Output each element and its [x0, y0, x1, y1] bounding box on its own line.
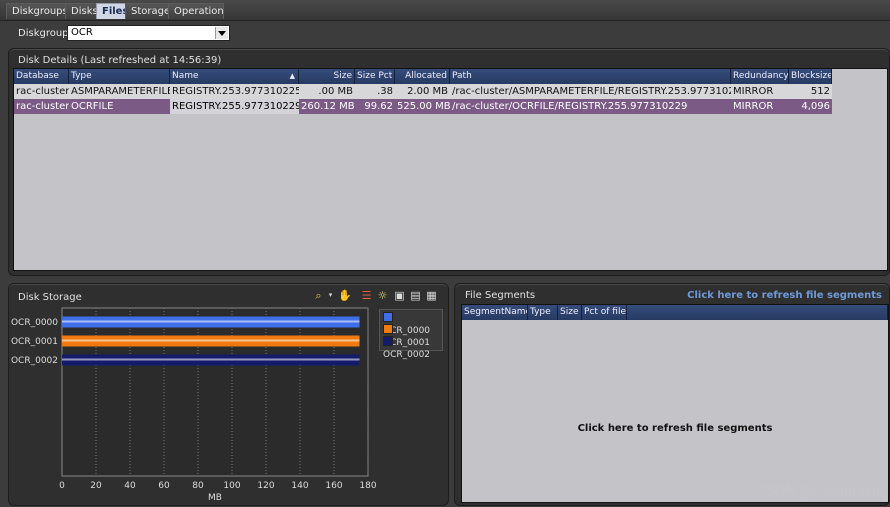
diskgroup-value: OCR — [71, 27, 93, 38]
x-tick-label: 80 — [192, 481, 204, 491]
lightbulb-icon[interactable]: ☼ — [376, 289, 389, 302]
column-header-blocksize[interactable]: Blocksize — [789, 69, 832, 84]
column-header-filler — [627, 305, 888, 320]
chevron-down-icon[interactable] — [215, 27, 228, 39]
column-header-size-pct[interactable]: Size Pct — [355, 69, 395, 84]
y-tick-label: OCR_0002 — [11, 356, 58, 366]
bar-highlight — [62, 320, 360, 323]
plot-area — [61, 307, 369, 477]
sort-ascending-icon: ▲ — [289, 72, 295, 80]
column-header-segment-type[interactable]: Type — [528, 305, 558, 320]
cell-redundancy: MIRROR — [733, 101, 774, 112]
disk-details-title: Disk Details (Last refreshed at 14:56:39… — [18, 55, 222, 66]
disk-details-table: Database Type Name ▲ Size Size Pct Alloc… — [13, 68, 888, 271]
column-header-type[interactable]: Type — [69, 69, 170, 84]
window-icon[interactable]: ▣ — [393, 289, 406, 302]
cell-redundancy: MIRROR — [733, 86, 774, 97]
file-segments-table: SegmentName Type Size Pct of file Click … — [461, 304, 889, 503]
legend-item-ocr-0001: OCR_0001 — [383, 324, 442, 348]
cell-name: REGISTRY.253.977310225 — [172, 86, 299, 97]
cell-path: /rac-cluster/OCRFILE/REGISTRY.255.977310… — [452, 101, 688, 112]
diskgroup-label: Diskgroup: — [18, 28, 72, 39]
column-header-allocated[interactable]: Allocated — [395, 69, 450, 84]
tab-diskgroups[interactable]: Diskgroups — [6, 3, 68, 19]
legend-swatch — [383, 324, 393, 334]
tab-operation[interactable]: Operation — [168, 3, 224, 19]
disk-storage-chart: 0 20 40 60 80 100 120 140 160 180 MB OCR_0000 OCR_00… — [11, 307, 377, 502]
x-tick-label: 40 — [124, 481, 136, 491]
disk-storage-title: Disk Storage — [18, 292, 82, 303]
column-header-path[interactable]: Path — [450, 69, 731, 84]
cell-size-pct: .38 — [377, 86, 393, 97]
x-tick-label: 140 — [291, 481, 308, 491]
chevron-down-icon[interactable]: ▾ — [324, 289, 337, 302]
tab-disks[interactable]: Disks — [65, 3, 98, 19]
cell-database: rac-cluster — [16, 101, 69, 112]
y-tick-label: OCR_0000 — [11, 318, 58, 328]
column-header-segment-size[interactable]: Size — [558, 305, 582, 320]
cell-blocksize: 4,096 — [801, 101, 830, 112]
column-header-name[interactable]: Name ▲ — [170, 69, 299, 84]
x-tick-label: 0 — [59, 481, 65, 491]
print-icon[interactable]: ▦ — [425, 289, 438, 302]
cell-path: /rac-cluster/ASMPARAMETERFILE/REGISTRY.2… — [452, 86, 731, 97]
file-segments-title: File Segments — [465, 290, 536, 301]
column-header-size[interactable]: Size — [299, 69, 355, 84]
column-header-database[interactable]: Database — [14, 69, 69, 84]
legend-label: OCR_0002 — [383, 350, 431, 360]
legend-swatch — [383, 336, 393, 346]
cell-allocated: 2.00 MB — [407, 86, 448, 97]
cell-allocated: 525.00 MB — [397, 101, 450, 112]
column-header-pct-of-file[interactable]: Pct of file — [582, 305, 627, 320]
cell-size-pct: 99.62 — [364, 101, 393, 112]
x-tick-label: 120 — [257, 481, 274, 491]
tab-storage[interactable]: Storage — [125, 3, 170, 19]
cell-size: 260.12 MB — [301, 101, 355, 112]
watermark-text: CSDN @chenoracle — [758, 484, 884, 499]
cell-blocksize: 512 — [810, 86, 830, 97]
table-row[interactable]: rac-cluster ASMPARAMETERFILE REGISTRY.25… — [14, 84, 832, 99]
diskgroup-select[interactable]: OCR — [67, 25, 230, 41]
bar-highlight — [62, 358, 360, 361]
table-row-selected[interactable]: rac-cluster OCRFILE REGISTRY.255.9773102… — [14, 99, 832, 114]
cell-type: ASMPARAMETERFILE — [71, 86, 170, 97]
bar-chart-icon[interactable]: ☰ — [360, 289, 373, 302]
tab-bar: Diskgroups Disks Files Storage Operation — [0, 0, 890, 21]
tab-files[interactable]: Files — [96, 3, 128, 19]
refresh-file-segments-message[interactable]: Click here to refresh file segments — [462, 423, 888, 434]
legend-item-ocr-0000: OCR_0000 — [383, 312, 442, 336]
x-axis-label: MB — [208, 493, 222, 502]
bar-highlight — [62, 339, 360, 342]
cell-type: OCRFILE — [71, 101, 114, 112]
column-header-redundancy[interactable]: Redundancy — [731, 69, 789, 84]
column-header-segment-name[interactable]: SegmentName — [462, 305, 528, 320]
x-tick-label: 60 — [158, 481, 170, 491]
cell-name: REGISTRY.255.977310229 — [170, 99, 299, 114]
column-header-name-label: Name — [172, 71, 199, 81]
x-tick-label: 100 — [223, 481, 240, 491]
pan-icon[interactable]: ✋ — [338, 289, 352, 302]
refresh-file-segments-link[interactable]: Click here to refresh file segments — [687, 290, 882, 301]
y-tick-label: OCR_0001 — [11, 337, 58, 347]
legend-swatch — [383, 312, 393, 322]
save-icon[interactable]: ▤ — [409, 289, 422, 302]
x-tick-label: 160 — [325, 481, 342, 491]
cell-database: rac-cluster — [16, 86, 69, 97]
chart-legend: OCR_0000 OCR_0001 OCR_0002 — [379, 309, 443, 360]
cell-size: .00 MB — [318, 86, 353, 97]
legend-item-ocr-0002: OCR_0002 — [383, 336, 442, 360]
x-tick-label: 180 — [359, 481, 376, 491]
x-tick-label: 20 — [90, 481, 102, 491]
